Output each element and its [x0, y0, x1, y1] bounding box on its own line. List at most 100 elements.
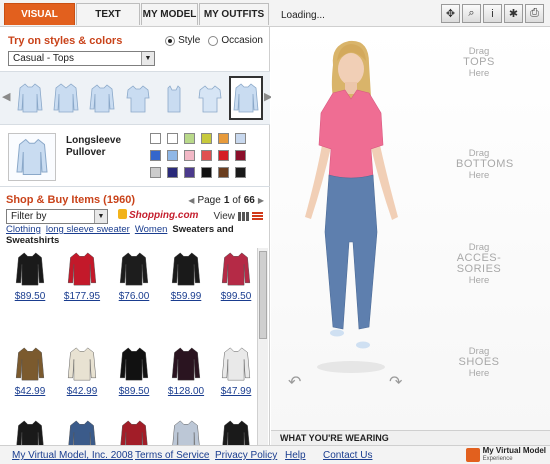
product-image[interactable] [118, 344, 150, 384]
product-price[interactable]: $59.99 [160, 291, 212, 302]
product-image[interactable] [220, 249, 252, 289]
rotate-right-icon[interactable]: ↷ [389, 372, 402, 392]
style-thumb[interactable] [122, 78, 154, 118]
product-item[interactable]: $260.00 [210, 417, 256, 445]
color-swatch[interactable] [235, 167, 246, 178]
product-image[interactable] [118, 249, 150, 289]
product-item[interactable]: $89.50 [4, 417, 56, 445]
color-swatch[interactable] [167, 150, 178, 161]
category-select[interactable]: Casual - Tops ▼ [8, 51, 155, 66]
color-swatch[interactable] [201, 133, 212, 144]
product-scrollbar[interactable] [257, 248, 268, 445]
product-image[interactable] [66, 344, 98, 384]
color-swatch[interactable] [218, 167, 229, 178]
product-item[interactable]: $76.00 [108, 249, 160, 315]
grid-view-icon[interactable] [238, 212, 249, 221]
product-item[interactable]: $99.50 [210, 249, 256, 315]
color-swatch[interactable] [167, 167, 178, 178]
product-item[interactable]: $47.99 [210, 344, 256, 410]
drag-zone-shoes[interactable]: Drag SHOES Here [456, 346, 502, 379]
footer-privacy-link[interactable]: Privacy Policy [215, 450, 277, 461]
style-thumb[interactable] [194, 78, 226, 118]
product-image[interactable] [14, 249, 46, 289]
print-icon[interactable]: ⎙ [525, 4, 544, 23]
color-swatch[interactable] [184, 133, 195, 144]
product-price[interactable]: $177.95 [56, 291, 108, 302]
product-item[interactable]: $177.95 [56, 249, 108, 315]
product-image[interactable] [14, 344, 46, 384]
product-item[interactable]: $42.99 [56, 344, 108, 410]
info-icon[interactable]: i [483, 4, 502, 23]
product-item[interactable]: $42.99 [4, 344, 56, 410]
color-swatch[interactable] [235, 150, 246, 161]
product-price[interactable]: $76.00 [108, 291, 160, 302]
next-page-icon[interactable]: ▶ [258, 196, 264, 205]
color-swatch[interactable] [150, 133, 161, 144]
style-thumb[interactable] [158, 78, 190, 118]
tab-text-search[interactable]: TEXT SEARCH [76, 3, 140, 42]
model-viewer[interactable] [271, 27, 550, 430]
breadcrumb-link-women[interactable]: Women [135, 224, 168, 235]
tab-visual-search[interactable]: VISUAL SEARCH [4, 3, 75, 42]
rotate-left-icon[interactable]: ↶ [288, 372, 301, 392]
footer-contact-link[interactable]: Contact Us [323, 450, 372, 461]
prev-page-icon[interactable]: ◀ [188, 196, 194, 205]
radio-style[interactable]: Style [165, 35, 200, 46]
color-swatch[interactable] [150, 167, 161, 178]
product-image[interactable] [14, 417, 46, 445]
product-image[interactable] [220, 344, 252, 384]
product-image[interactable] [170, 249, 202, 289]
product-image[interactable] [220, 417, 252, 445]
footer-copyright-link[interactable]: My Virtual Model, Inc. 2008 [12, 450, 133, 461]
product-image[interactable] [170, 417, 202, 445]
color-swatch[interactable] [167, 133, 178, 144]
product-item[interactable]: $59.99 [160, 249, 212, 315]
product-item[interactable]: $89.50 [108, 344, 160, 410]
filter-select[interactable]: Filter by ▼ [6, 209, 108, 224]
product-price[interactable]: $128.00 [160, 386, 212, 397]
product-image[interactable] [118, 417, 150, 445]
product-price[interactable]: $42.99 [56, 386, 108, 397]
list-view-icon[interactable] [252, 212, 263, 221]
color-swatch[interactable] [201, 150, 212, 161]
color-swatch[interactable] [235, 133, 246, 144]
strip-left-arrow-icon[interactable]: ◀ [2, 90, 10, 103]
footer-terms-link[interactable]: Terms of Service [135, 450, 209, 461]
move-icon[interactable]: ✥ [441, 4, 460, 23]
color-swatch[interactable] [218, 150, 229, 161]
drag-zone-tops[interactable]: Drag TOPS Here [456, 46, 502, 79]
scrollbar-thumb[interactable] [259, 251, 267, 339]
product-image[interactable] [66, 249, 98, 289]
product-item[interactable]: $49.99 [108, 417, 160, 445]
product-price[interactable]: $47.99 [210, 386, 256, 397]
color-swatch[interactable] [184, 150, 195, 161]
shopping-com-logo[interactable]: Shopping.com [118, 209, 198, 221]
style-thumb[interactable] [86, 78, 118, 118]
product-price[interactable]: $89.50 [108, 386, 160, 397]
style-thumb[interactable] [50, 78, 82, 118]
tab-my-model[interactable]: MY MODEL [141, 3, 198, 25]
product-price[interactable]: $89.50 [4, 291, 56, 302]
radio-occasion[interactable]: Occasion [208, 35, 263, 46]
product-item[interactable]: $89.50 [4, 249, 56, 315]
breadcrumb-link-sweater[interactable]: long sleeve sweater [46, 224, 130, 235]
color-swatch[interactable] [184, 167, 195, 178]
magic-wand-icon[interactable]: ✱ [504, 4, 523, 23]
color-swatch[interactable] [150, 150, 161, 161]
color-swatch[interactable] [201, 167, 212, 178]
footer-help-link[interactable]: Help [285, 450, 306, 461]
color-swatch[interactable] [218, 133, 229, 144]
style-thumb-selected[interactable] [229, 76, 263, 120]
product-image[interactable] [66, 417, 98, 445]
what-youre-wearing-bar[interactable]: WHAT YOU'RE WEARING [271, 430, 550, 445]
product-item[interactable]: $128.00 [160, 344, 212, 410]
drag-zone-accessories[interactable]: Drag ACCES- SORIES Here [456, 242, 502, 286]
tab-my-outfits[interactable]: MY OUTFITS [199, 3, 269, 25]
breadcrumb-link-clothing[interactable]: Clothing [6, 224, 41, 235]
product-image[interactable] [170, 344, 202, 384]
zoom-icon[interactable]: ⌕ [462, 4, 481, 23]
product-price[interactable]: $99.50 [210, 291, 256, 302]
product-item[interactable]: $38.00 [56, 417, 108, 445]
style-thumb[interactable] [14, 78, 46, 118]
drag-zone-bottoms[interactable]: Drag BOTTOMS Here [456, 148, 513, 181]
